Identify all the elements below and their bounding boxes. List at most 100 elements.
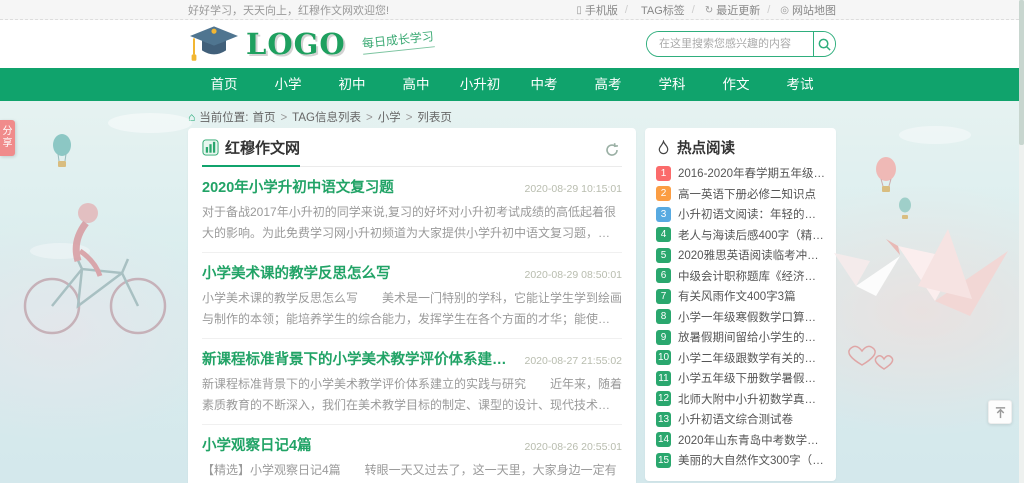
hot-reading-item[interactable]: 15 美丽的大自然作文300字（精选3篇） <box>656 452 825 468</box>
nav-item[interactable]: 学科 <box>640 68 704 101</box>
article-item: 2020年小学升初中语文复习题 2020-08-29 10:15:01 对于备战… <box>202 167 622 253</box>
slogan-text: 每日成长学习 <box>361 27 435 54</box>
hot-reading-item[interactable]: 9 放暑假期间留给小学生的三年级英语作文范文 <box>656 329 825 345</box>
search-button[interactable] <box>813 32 835 56</box>
article-date: 2020-08-29 08:50:01 <box>525 269 623 281</box>
article-excerpt: 新课程标准背景下的小学美术教学评价体系建立的实践与研究 近年来，随着素质教育的不… <box>202 374 622 416</box>
phone-icon: ▯ <box>576 5 582 16</box>
logo-text: LOGO <box>246 27 346 61</box>
article-title-link[interactable]: 2020年小学升初中语文复习题 <box>202 176 394 197</box>
hot-item-link[interactable]: 小升初语文综合测试卷 <box>678 411 825 427</box>
hot-reading-item[interactable]: 4 老人与海读后感400字（精选3篇） <box>656 227 825 243</box>
top-utility-bar: 好好学习，天天向上，红穆作文网欢迎您! ▯手机版 TAG标签 ↻最近更新 ◎网站… <box>0 0 1024 20</box>
hot-item-link[interactable]: 2020雅思英语阅读临考冲刺试题附答案 <box>678 247 825 263</box>
hot-reading-list: 1 2016-2020年春学期五年级语文下期末模拟 2 高一英语下册必修二知识点 <box>656 165 825 468</box>
paper-crane-illustration <box>834 253 900 296</box>
hot-reading-item[interactable]: 14 2020年山东青岛中考数学真题（已公布） <box>656 432 825 448</box>
hot-item-link[interactable]: 中级会计职称题库《经济法》检测题 <box>678 268 825 284</box>
hot-reading-item[interactable]: 5 2020雅思英语阅读临考冲刺试题附答案 <box>656 247 825 263</box>
nav-item[interactable]: 中考 <box>512 68 576 101</box>
nav-item[interactable]: 作文 <box>704 68 768 101</box>
heart-illustration <box>849 346 893 369</box>
top-link[interactable]: ◎网站地图 <box>760 2 836 18</box>
nav-item[interactable]: 小学 <box>256 68 320 101</box>
article-excerpt: 小学美术课的教学反思怎么写 美术是一门特别的学科，它能让学生学到绘画与制作的本领… <box>202 288 622 330</box>
top-link-label: 网站地图 <box>792 2 836 18</box>
graduation-cap-icon <box>188 24 240 64</box>
refresh-icon <box>604 142 620 158</box>
hot-flame-icon <box>656 140 671 156</box>
article-item: 小学观察日记4篇 2020-08-26 20:55:01 【精选】小学观察日记4… <box>202 425 622 483</box>
rank-badge: 1 <box>656 166 671 181</box>
article-item: 小学美术课的教学反思怎么写 2020-08-29 08:50:01 小学美术课的… <box>202 253 622 339</box>
breadcrumb-link[interactable]: 列表页 <box>401 109 452 125</box>
breadcrumb-link[interactable]: 小学 <box>361 109 401 125</box>
hot-reading-item[interactable]: 7 有关风雨作文400字3篇 <box>656 288 825 304</box>
article-title-link[interactable]: 新课程标准背景下的小学美术教学评价体系建立的实践与研究 <box>202 348 515 369</box>
hot-item-link[interactable]: 放暑假期间留给小学生的三年级英语作文范文 <box>678 329 825 345</box>
top-links: ▯手机版 TAG标签 ↻最近更新 ◎网站地图 <box>576 2 836 18</box>
hot-reading-item[interactable]: 1 2016-2020年春学期五年级语文下期末模拟 <box>656 165 825 181</box>
hot-reading-item[interactable]: 12 北师大附中小升初数学真题汇编 <box>656 391 825 407</box>
rank-badge: 5 <box>656 248 671 263</box>
bicycle-illustration <box>25 203 165 333</box>
rank-badge: 10 <box>656 350 671 365</box>
rank-badge: 13 <box>656 412 671 427</box>
breadcrumb-link[interactable]: 首页 <box>252 109 275 125</box>
top-link[interactable]: ↻最近更新 <box>685 2 760 18</box>
nav-item[interactable]: 高中 <box>384 68 448 101</box>
back-to-top-button[interactable] <box>988 400 1012 424</box>
nav-item[interactable]: 高考 <box>576 68 640 101</box>
nav-item[interactable]: 初中 <box>320 68 384 101</box>
hot-item-link[interactable]: 有关风雨作文400字3篇 <box>678 288 825 304</box>
hot-reading-panel: 热点阅读 1 2016-2020年春学期五年级语文下期末模拟 <box>645 128 836 481</box>
nav-item[interactable]: 考试 <box>768 68 832 101</box>
list-panel-icon <box>202 139 219 156</box>
hot-item-link[interactable]: 小学二年级跟数学有关的日记 <box>678 350 825 366</box>
search-box <box>646 31 836 57</box>
article-excerpt: 【精选】小学观察日记4篇 转眼一天又过去了，这一天里，大家身边一定有一些有趣的见… <box>202 460 622 483</box>
article-title-link[interactable]: 小学观察日记4篇 <box>202 434 312 455</box>
article-date: 2020-08-27 21:55:02 <box>525 355 623 367</box>
hot-item-link[interactable]: 北师大附中小升初数学真题汇编 <box>678 391 825 407</box>
search-input[interactable] <box>647 32 813 56</box>
back-to-top-icon <box>994 406 1007 419</box>
hot-reading-item[interactable]: 8 小学一年级寒假数学口算练习题三篇 <box>656 309 825 325</box>
scrollbar-thumb[interactable] <box>1019 0 1024 145</box>
rank-badge: 2 <box>656 186 671 201</box>
hot-item-link[interactable]: 老人与海读后感400字（精选3篇） <box>678 227 825 243</box>
hot-reading-item[interactable]: 10 小学二年级跟数学有关的日记 <box>656 350 825 366</box>
hot-reading-item[interactable]: 6 中级会计职称题库《经济法》检测题 <box>656 268 825 284</box>
rank-badge: 8 <box>656 309 671 324</box>
sidebar: 热点阅读 1 2016-2020年春学期五年级语文下期末模拟 <box>645 128 836 483</box>
nav-item[interactable]: 小升初 <box>448 68 512 101</box>
breadcrumb-link[interactable]: TAG信息列表 <box>275 109 361 125</box>
content-area: ⌂ 当前位置: 首页TAG信息列表小学列表页 <box>0 101 1024 483</box>
hot-reading-item[interactable]: 11 小学五年级下册数学暑假作业答案【20-61 <box>656 370 825 386</box>
cloud-illustration <box>108 113 192 133</box>
hot-item-link[interactable]: 小学五年级下册数学暑假作业答案【20-61 <box>678 370 825 386</box>
hot-item-link[interactable]: 美丽的大自然作文300字（精选3篇） <box>678 452 825 468</box>
hot-item-link[interactable]: 小学一年级寒假数学口算练习题三篇 <box>678 309 825 325</box>
rank-badge: 7 <box>656 289 671 304</box>
rank-badge: 12 <box>656 391 671 406</box>
rank-badge: 15 <box>656 453 671 468</box>
hot-reading-item[interactable]: 13 小升初语文综合测试卷 <box>656 411 825 427</box>
balloon-illustration <box>53 134 71 167</box>
hot-reading-item[interactable]: 2 高一英语下册必修二知识点 <box>656 186 825 202</box>
hot-item-link[interactable]: 小升初语文阅读：年轻的国旗 <box>678 206 825 222</box>
sitemap-icon: ◎ <box>780 5 789 16</box>
article-title-link[interactable]: 小学美术课的教学反思怎么写 <box>202 262 391 283</box>
hot-item-link[interactable]: 2016-2020年春学期五年级语文下期末模拟 <box>678 165 825 181</box>
refresh-button[interactable] <box>602 140 622 163</box>
top-link[interactable]: TAG标签 <box>618 2 685 18</box>
nav-item[interactable]: 首页 <box>192 68 256 101</box>
logo[interactable]: LOGO <box>188 24 346 64</box>
hot-item-link[interactable]: 2020年山东青岛中考数学真题（已公布） <box>678 432 825 448</box>
article-item: 新课程标准背景下的小学美术教学评价体系建立的实践与研究 2020-08-27 2… <box>202 339 622 425</box>
share-tab[interactable]: 分享 <box>0 120 15 156</box>
hot-item-link[interactable]: 高一英语下册必修二知识点 <box>678 186 825 202</box>
article-date: 2020-08-29 10:15:01 <box>525 183 623 195</box>
top-link[interactable]: ▯手机版 <box>576 2 618 18</box>
hot-reading-item[interactable]: 3 小升初语文阅读：年轻的国旗 <box>656 206 825 222</box>
